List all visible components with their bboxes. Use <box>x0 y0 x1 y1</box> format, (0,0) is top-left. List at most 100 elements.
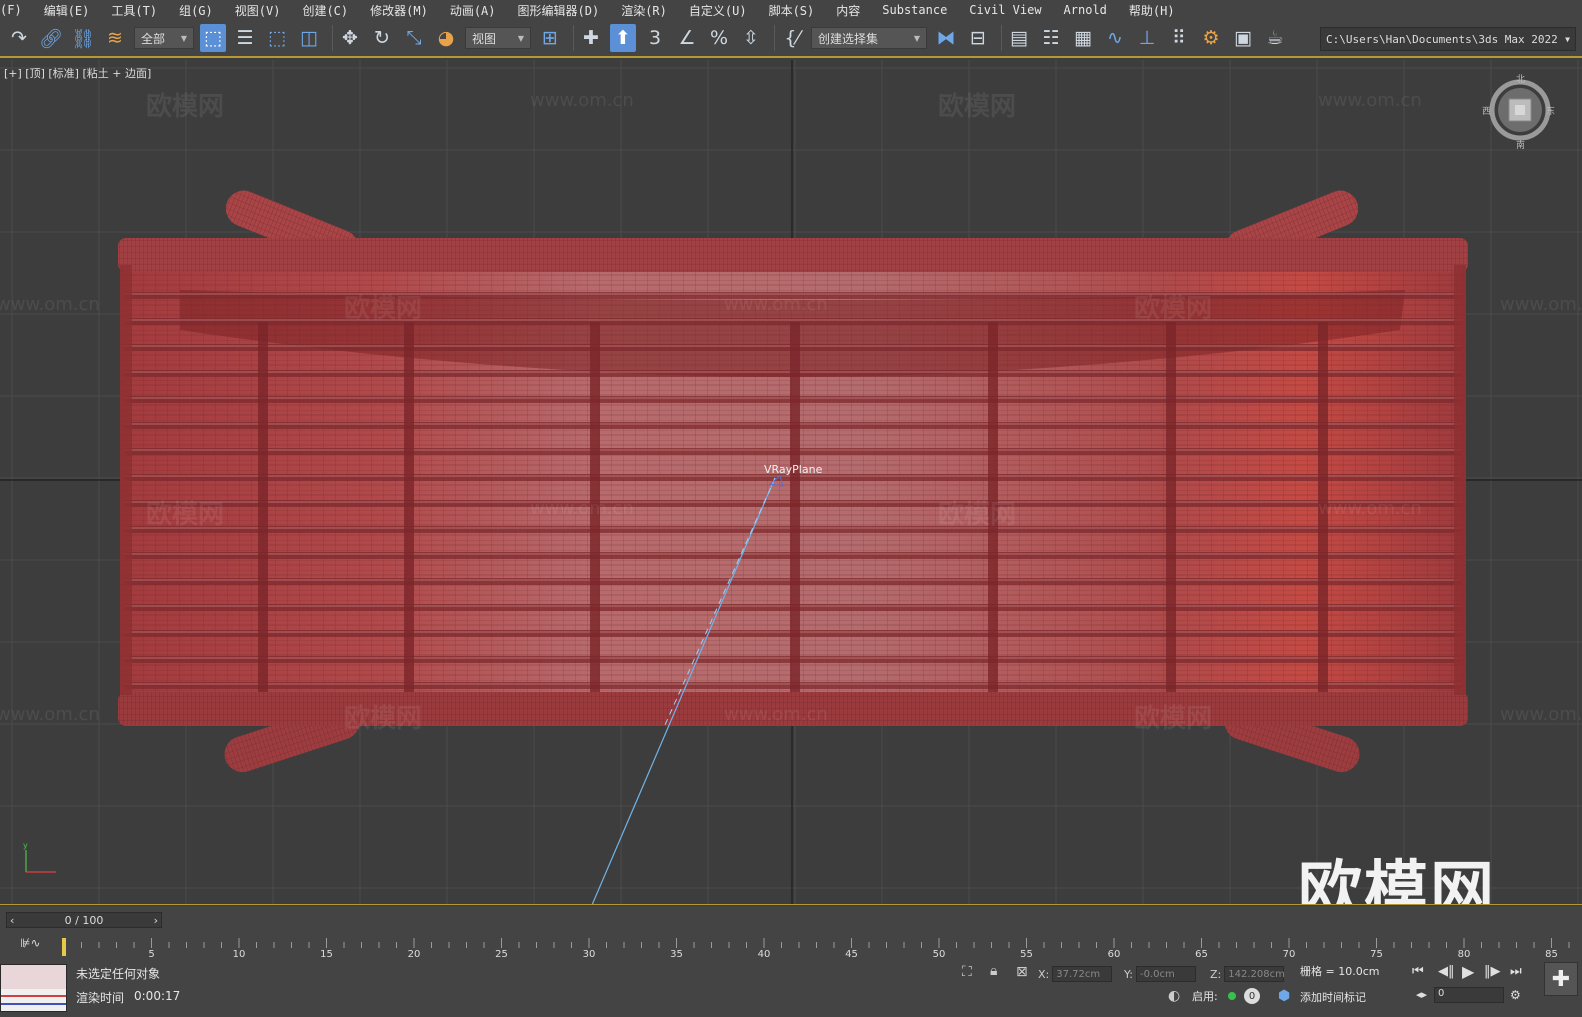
render-time-label: 渲染时间 <box>76 991 125 1005</box>
select-manipulate-icon[interactable]: ✚ <box>578 24 604 52</box>
window-crossing-icon[interactable]: ◫ <box>296 24 322 52</box>
viewcube[interactable]: 北 南 东 西 <box>1482 75 1555 151</box>
menu-item[interactable]: 图形编辑器(D) <box>507 2 611 19</box>
menu-item[interactable]: Civil View <box>958 3 1052 17</box>
menu-item[interactable]: (F) <box>0 3 33 17</box>
menu-item[interactable]: 创建(C) <box>291 2 359 19</box>
align-icon[interactable]: ⊟ <box>965 24 991 52</box>
menu-item[interactable]: 脚本(S) <box>758 2 826 19</box>
keyboard-shortcut-override-icon[interactable]: ⬆ <box>610 24 636 52</box>
mini-curve-editor-icon[interactable]: ⊯∿ <box>20 936 41 950</box>
menu-item[interactable]: 动画(A) <box>439 2 507 19</box>
separator <box>332 25 333 51</box>
key-mode-icon[interactable]: ◂▸ <box>1416 988 1427 1001</box>
menu-item[interactable]: 内容 <box>825 2 871 19</box>
next-frame-icon[interactable]: ‖▶ <box>1484 964 1501 979</box>
angle-snap-icon[interactable]: ∠ <box>674 24 700 52</box>
chevron-down-icon: ▼ <box>913 33 920 43</box>
rotate-icon[interactable]: ↻ <box>369 24 395 52</box>
menu-item[interactable]: Arnold <box>1053 3 1118 17</box>
redo-icon[interactable]: ↷ <box>6 24 32 52</box>
layer-explorer-icon[interactable]: ☷ <box>1038 24 1064 52</box>
viewcube-south[interactable]: 南 <box>1516 138 1525 151</box>
link-icon[interactable]: 🔗︎ <box>38 24 64 52</box>
vrayplane-label: VRayPlane <box>764 463 823 476</box>
menu-item[interactable]: Substance <box>871 3 958 17</box>
viewcube-north[interactable]: 北 <box>1516 72 1525 85</box>
unlink-icon[interactable]: ⛓︎ <box>70 24 96 52</box>
toggle-ribbon-icon[interactable]: ▦ <box>1070 24 1096 52</box>
place-icon[interactable]: ◕ <box>433 24 459 52</box>
rendered-frame-window-icon[interactable]: ▣ <box>1230 24 1256 52</box>
menu-item[interactable]: 组(G) <box>168 2 224 19</box>
curve-editor-icon[interactable]: ∿ <box>1102 24 1128 52</box>
rectangular-selection-icon[interactable]: ⬚ <box>264 24 290 52</box>
render-production-icon[interactable]: ☕ <box>1262 24 1288 52</box>
viewport-navigation-icon[interactable]: ✚ <box>1544 962 1578 996</box>
isolate-selection-icon[interactable]: ⛶ <box>962 964 972 980</box>
percent-snap-icon[interactable]: % <box>706 24 732 52</box>
play-icon[interactable]: ▶ <box>1462 962 1474 981</box>
select-by-name-icon[interactable]: ☰ <box>232 24 258 52</box>
viewcube-west[interactable]: 西 <box>1482 104 1491 117</box>
sofa-model <box>118 190 1468 773</box>
go-to-start-icon[interactable]: ⏮ <box>1412 964 1424 979</box>
menu-item[interactable]: 视图(V) <box>224 2 292 19</box>
time-ruler[interactable]: 5 10 15 20 25 30 35 40 45 50 55 60 65 70 75 80 85 <box>62 936 1582 960</box>
watermark: www.om.cn <box>530 90 634 111</box>
mirror-icon[interactable]: ⧓ <box>933 24 959 52</box>
viewcube-ring-icon <box>1489 79 1551 141</box>
enable-count-badge[interactable]: 0 <box>1244 988 1260 1004</box>
axis-tripod-icon: y <box>23 841 56 873</box>
schematic-view-icon[interactable]: ⊥ <box>1134 24 1160 52</box>
select-object-icon[interactable]: ⬚ <box>200 24 226 52</box>
add-time-tag[interactable]: 添加时间标记 <box>1300 989 1366 1005</box>
grid-size: 栅格 = 10.0cm <box>1300 965 1380 978</box>
watermark: www.om.cn <box>1318 90 1422 111</box>
menu-item[interactable]: 修改器(M) <box>359 2 439 19</box>
edit-named-selection-icon[interactable]: {⁄ <box>779 24 805 52</box>
timeline-tick-label: 15 <box>320 949 333 960</box>
time-slider[interactable]: ‹ 0 / 100 › <box>6 912 162 928</box>
time-marker[interactable] <box>62 938 66 956</box>
menu-item[interactable]: 渲染(R) <box>610 2 678 19</box>
watermark: www.om.cn <box>1318 498 1422 519</box>
menu-item[interactable]: 工具(T) <box>100 2 168 19</box>
menu-item[interactable]: 帮助(H) <box>1118 2 1186 19</box>
material-editor-icon[interactable]: ⠿ <box>1166 24 1192 52</box>
previous-frame-icon[interactable]: ◀‖ <box>1438 964 1455 979</box>
snaps-toggle-icon[interactable]: 3 <box>642 24 668 52</box>
selection-filter-dropdown[interactable]: 全部 ▼ <box>134 27 194 49</box>
y-field[interactable]: -0.0cm <box>1135 966 1196 982</box>
menu-item[interactable]: 自定义(U) <box>678 2 758 19</box>
chevron-down-icon: ▼ <box>180 33 187 43</box>
menu-item[interactable]: 编辑(E) <box>33 2 101 19</box>
render-setup-icon[interactable]: ⚙ <box>1198 24 1224 52</box>
watermark: 欧模网 <box>146 92 225 122</box>
current-frame-field[interactable]: 0 <box>1434 987 1504 1003</box>
pivot-center-icon[interactable]: ⊞ <box>537 24 563 52</box>
lock-icon[interactable]: 🔒︎ <box>990 963 997 979</box>
time-next-icon[interactable]: › <box>154 914 158 927</box>
timeline-tick-label: 30 <box>583 949 596 960</box>
go-to-end-icon[interactable]: ⏭ <box>1510 964 1522 979</box>
top-viewport[interactable]: y [+] [顶] [标准] [粘土 + 边面] 欧模网 www.om.cn 欧… <box>0 60 1582 905</box>
viewcube-east[interactable]: 东 <box>1546 104 1555 117</box>
bind-spacewarp-icon[interactable]: ≋ <box>102 24 128 52</box>
spinner-snap-icon[interactable]: ⇳ <box>738 24 764 52</box>
z-field[interactable]: 142.208cm <box>1224 966 1285 982</box>
named-selection-dropdown[interactable]: 创建选择集 ▼ <box>811 27 927 49</box>
move-icon[interactable]: ✥ <box>337 24 363 52</box>
y-label: Y: <box>1124 967 1133 981</box>
project-path-dropdown[interactable]: C:\Users\Han\Documents\3ds Max 2022 ▼ <box>1320 27 1576 51</box>
time-tag-icon[interactable]: ⬢ <box>1278 988 1290 1004</box>
time-config-icon[interactable]: ⚙ <box>1510 988 1521 1002</box>
viewport-label[interactable]: [+] [顶] [标准] [粘土 + 边面] <box>4 65 151 81</box>
x-field[interactable]: 37.72cm <box>1052 966 1113 982</box>
adaptive-degradation-icon[interactable]: ◐ <box>1168 988 1180 1004</box>
absolute-mode-icon[interactable]: ⊠ <box>1016 964 1028 980</box>
maxscript-listener-preview[interactable] <box>0 964 67 1012</box>
reference-coordinate-dropdown[interactable]: 视图 ▼ <box>465 27 531 49</box>
scale-icon[interactable]: ⤡ <box>401 24 427 52</box>
scene-explorer-icon[interactable]: ▤ <box>1006 24 1032 52</box>
